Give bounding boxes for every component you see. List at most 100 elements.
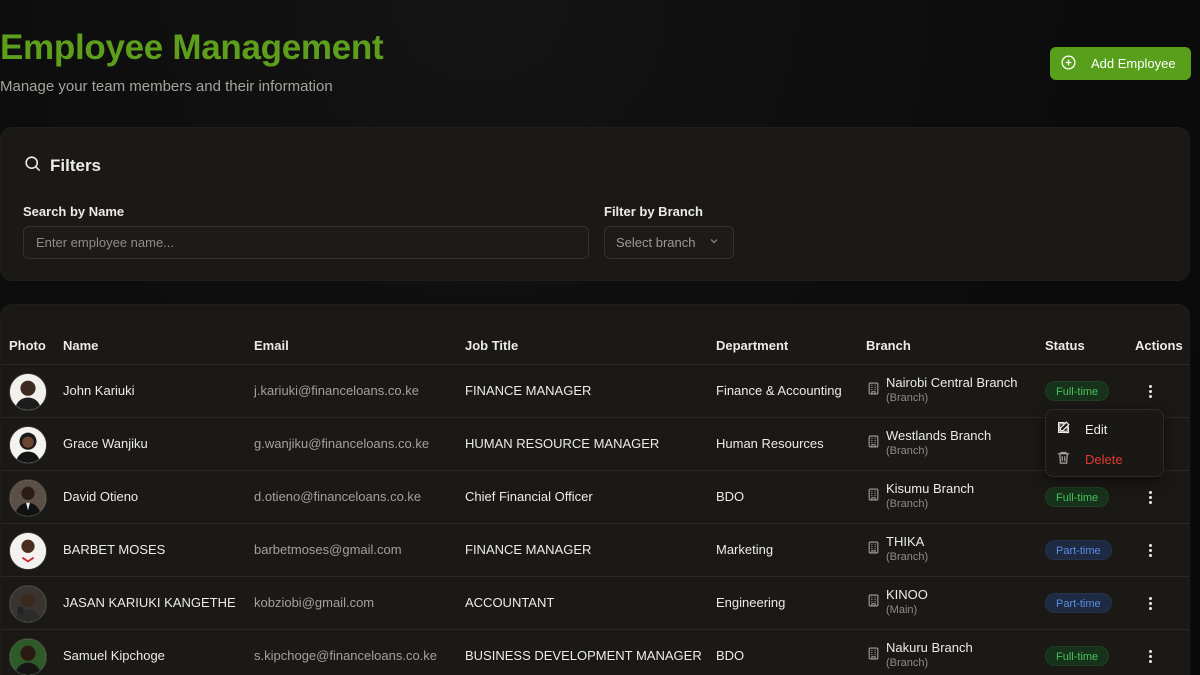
avatar: [9, 479, 47, 517]
chevron-down-icon: [708, 235, 720, 250]
add-employee-label: Add Employee: [1091, 56, 1176, 71]
status-badge: Part-time: [1045, 540, 1112, 560]
row-actions-menu: Edit Delete: [1045, 409, 1164, 477]
column-header-job-title[interactable]: Job Title: [465, 338, 518, 353]
employee-branch: Kisumu Branch (Branch): [867, 481, 974, 510]
building-icon: [867, 587, 880, 616]
edit-label: Edit: [1085, 421, 1108, 437]
employee-name: Samuel Kipchoge: [63, 648, 165, 663]
employee-name: BARBET MOSES: [63, 542, 166, 557]
branch-filter-label: Filter by Branch: [604, 204, 703, 219]
page-title: Employee Management: [0, 28, 384, 67]
trash-icon: [1056, 450, 1071, 468]
employee-branch: THIKA (Branch): [867, 534, 928, 563]
employee-job-title: FINANCE MANAGER: [465, 542, 592, 557]
branch-type: (Branch): [886, 657, 929, 669]
branch-name: Westlands Branch: [886, 428, 992, 443]
employee-branch: Nairobi Central Branch (Branch): [867, 375, 1018, 404]
more-vertical-icon[interactable]: [1141, 645, 1159, 667]
branch-name: Nakuru Branch: [886, 640, 973, 655]
add-employee-button[interactable]: Add Employee: [1050, 47, 1191, 80]
delete-menu-item[interactable]: Delete: [1056, 446, 1156, 472]
branch-name: Nairobi Central Branch: [886, 375, 1018, 390]
branch-name: THIKA: [886, 534, 925, 549]
employee-job-title: HUMAN RESOURCE MANAGER: [465, 436, 660, 451]
employee-job-title: ACCOUNTANT: [465, 595, 555, 610]
building-icon: [867, 481, 880, 510]
branch-type: (Branch): [886, 392, 929, 404]
column-header-email[interactable]: Email: [254, 338, 289, 353]
status-badge: Full-time: [1045, 381, 1110, 401]
status-badge: Full-time: [1045, 487, 1110, 507]
avatar: [9, 426, 47, 464]
more-vertical-icon[interactable]: [1141, 539, 1159, 561]
search-input[interactable]: [23, 226, 589, 259]
avatar: [9, 585, 47, 623]
employee-email: g.wanjiku@financeloans.co.ke: [254, 436, 430, 451]
filters-card: Filters Search by Name Filter by Branch …: [0, 127, 1190, 281]
employee-name: JASAN KARIUKI KANGETHE: [63, 595, 236, 610]
employee-department: Marketing: [716, 542, 774, 557]
employee-branch: KINOO (Main): [867, 587, 928, 616]
column-header-actions: Actions: [1135, 338, 1183, 353]
building-icon: [867, 640, 880, 669]
employee-job-title: BUSINESS DEVELOPMENT MANAGER: [465, 648, 702, 663]
status-badge: Part-time: [1045, 593, 1112, 613]
employee-name: Grace Wanjiku: [63, 436, 148, 451]
employee-department: Human Resources: [716, 436, 824, 451]
employee-email: kobziobi@gmail.com: [254, 595, 375, 610]
table-row[interactable]: John Kariuki j.kariuki@financeloans.co.k…: [1, 364, 1189, 417]
branch-type: (Branch): [886, 445, 929, 457]
employee-department: BDO: [716, 648, 745, 663]
employee-email: d.otieno@financeloans.co.ke: [254, 489, 422, 504]
page-subtitle: Manage your team members and their infor…: [0, 78, 333, 95]
employee-branch: Westlands Branch (Branch): [867, 428, 991, 457]
delete-label: Delete: [1085, 451, 1123, 467]
employee-branch: Nakuru Branch (Branch): [867, 640, 973, 669]
column-header-status[interactable]: Status: [1045, 338, 1085, 353]
column-header-photo: Photo: [9, 338, 46, 353]
branch-name: KINOO: [886, 587, 928, 602]
employee-name: David Otieno: [63, 489, 139, 504]
search-icon: [23, 154, 42, 178]
building-icon: [867, 428, 880, 457]
search-label: Search by Name: [23, 204, 125, 219]
employee-job-title: Chief Financial Officer: [465, 489, 593, 504]
filters-title: Filters: [50, 156, 102, 175]
table-row[interactable]: JASAN KARIUKI KANGETHE kobziobi@gmail.co…: [1, 576, 1189, 629]
column-header-department[interactable]: Department: [716, 338, 788, 353]
table-row[interactable]: Grace Wanjiku g.wanjiku@financeloans.co.…: [1, 417, 1189, 470]
table-row[interactable]: David Otieno d.otieno@financeloans.co.ke…: [1, 470, 1189, 523]
employee-department: Engineering: [716, 595, 786, 610]
employee-job-title: FINANCE MANAGER: [465, 383, 592, 398]
branch-type: (Main): [886, 604, 918, 616]
more-vertical-icon[interactable]: [1141, 380, 1159, 402]
table-row[interactable]: Samuel Kipchoge s.kipchoge@financeloans.…: [1, 629, 1189, 675]
employee-email: j.kariuki@financeloans.co.ke: [254, 383, 419, 398]
column-header-name[interactable]: Name: [63, 338, 98, 353]
branch-select-value: Select branch: [616, 235, 696, 250]
plus-circle-icon: [1060, 54, 1077, 74]
more-vertical-icon[interactable]: [1141, 486, 1159, 508]
column-header-branch[interactable]: Branch: [866, 338, 911, 353]
edit-menu-item[interactable]: Edit: [1056, 416, 1156, 442]
branch-name: Kisumu Branch: [886, 481, 975, 496]
branch-select[interactable]: Select branch: [604, 226, 734, 259]
edit-icon: [1056, 420, 1071, 438]
filters-header: Filters: [23, 154, 101, 178]
avatar: [9, 638, 47, 675]
avatar: [9, 532, 47, 570]
branch-type: (Branch): [886, 498, 929, 510]
building-icon: [867, 534, 880, 563]
branch-type: (Branch): [886, 551, 929, 563]
employee-department: BDO: [716, 489, 745, 504]
employee-email: s.kipchoge@financeloans.co.ke: [254, 648, 438, 663]
table-row[interactable]: BARBET MOSES barbetmoses@gmail.com FINAN…: [1, 523, 1189, 576]
avatar: [9, 373, 47, 411]
employee-department: Finance & Accounting: [716, 383, 842, 398]
status-badge: Full-time: [1045, 646, 1110, 666]
more-vertical-icon[interactable]: [1141, 592, 1159, 614]
building-icon: [867, 375, 880, 404]
employee-email: barbetmoses@gmail.com: [254, 542, 402, 557]
employee-table: Photo Name Email Job Title Department Br…: [0, 304, 1190, 675]
